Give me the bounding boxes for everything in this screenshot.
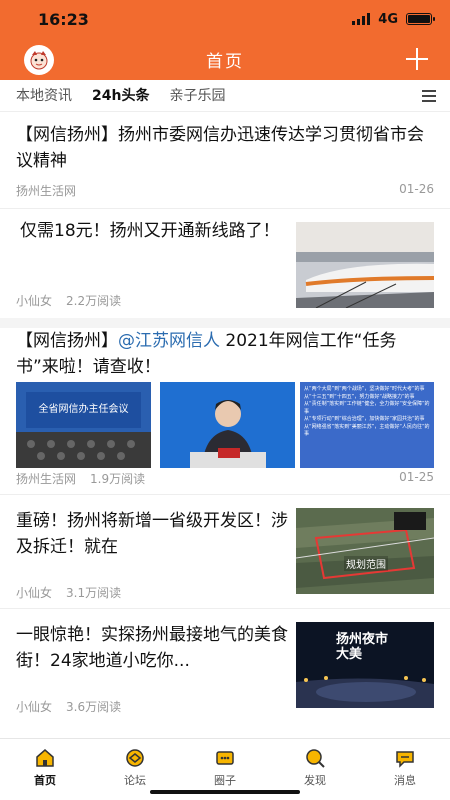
article-date: 01-25 — [399, 470, 434, 484]
article-source: 扬州生活网 — [16, 184, 77, 198]
mascot-icon — [30, 51, 48, 70]
article-source: 扬州生活网 — [16, 472, 77, 486]
message-icon — [396, 751, 414, 768]
article-source: 小仙女 — [16, 700, 53, 714]
article-reads: 3.6万阅读 — [66, 700, 122, 714]
news-feed: 【网信扬州】扬州市委网信办迅速传达学习贯彻省市会议精神 扬州生活网 01-26 … — [0, 112, 450, 738]
list-item[interactable]: 【网信扬州】扬州市委网信办迅速传达学习贯彻省市会议精神 扬州生活网 01-26 — [16, 112, 434, 208]
article-reads: 1.9万阅读 — [90, 472, 146, 486]
poster-text: 扬州夜市大美 — [336, 632, 389, 662]
page-title: 首页 — [206, 51, 244, 72]
article-source: 小仙女 — [16, 294, 53, 308]
discover-icon — [306, 749, 325, 768]
article-title: 【网信扬州】@江苏网信人 2021年网信工作“任务书”来啦！请查收！ — [16, 331, 397, 377]
tab-24h[interactable]: 24h头条 — [88, 81, 153, 111]
article-source: 小仙女 — [16, 586, 53, 600]
speaker-photo — [160, 382, 295, 468]
top-header: 首页 — [0, 38, 450, 80]
add-icon[interactable] — [404, 46, 430, 72]
article-reads: 3.1万阅读 — [66, 586, 122, 600]
conference-photo: 全省网信办主任会议 — [16, 382, 151, 468]
battery-icon — [406, 13, 435, 25]
tab-local[interactable]: 本地资讯 — [12, 81, 76, 111]
nav-message[interactable]: 消息 — [360, 739, 450, 800]
night-street-photo: 扬州夜市大美 — [296, 622, 434, 708]
forum-icon — [126, 749, 144, 767]
avatar[interactable] — [24, 45, 54, 75]
map-photo: 规划范围 — [296, 508, 434, 594]
signal-icon — [352, 13, 371, 25]
article-reads: 2.2万阅读 — [66, 294, 122, 308]
train-photo — [296, 222, 434, 308]
status-time: 16:23 — [38, 9, 89, 29]
nav-home[interactable]: 首页 — [0, 739, 90, 800]
conference-banner-text: 全省网信办主任会议 — [38, 404, 129, 415]
task-list-photo: 从“两个大局”到“两个战场”，坚决做好“时代大考”的事 从“十三五”到“十四五”… — [300, 382, 434, 468]
map-label-text: 规划范围 — [344, 556, 388, 571]
tab-family[interactable]: 亲子乐园 — [165, 81, 229, 111]
home-icon — [36, 749, 54, 767]
article-title: 重磅！扬州将新增一省级开发区！涉及拆迁！就在 — [16, 511, 288, 557]
list-item[interactable]: 重磅！扬州将新增一省级开发区！涉及拆迁！就在 小仙女 3.1万阅读 规划范围 — [16, 496, 434, 608]
network-label: 4G — [378, 11, 398, 27]
category-tabs: 本地资讯 24h头条 亲子乐园 — [0, 80, 450, 112]
list-item[interactable]: 一眼惊艳！实探扬州最接地气的美食街！24家地道小吃你... 小仙女 3.6万阅读… — [16, 610, 434, 730]
list-item[interactable]: 仅需18元！扬州又开通新线路了！ 小仙女 2.2万阅读 — [16, 210, 434, 318]
article-date: 01-26 — [399, 182, 434, 196]
status-bar: 16:23 4G — [0, 0, 450, 38]
menu-icon[interactable] — [422, 90, 436, 102]
mention-link[interactable]: @江苏网信人 — [118, 331, 220, 351]
article-title: 【网信扬州】扬州市委网信办迅速传达学习贯彻省市会议精神 — [16, 125, 424, 171]
home-indicator[interactable] — [150, 790, 300, 794]
article-title: 一眼惊艳！实探扬州最接地气的美食街！24家地道小吃你... — [16, 625, 288, 671]
article-title: 仅需18元！扬州又开通新线路了！ — [20, 221, 280, 241]
circle-icon — [216, 751, 234, 765]
list-item[interactable]: 【网信扬州】@江苏网信人 2021年网信工作“任务书”来啦！请查收！ 全省网信办… — [16, 328, 434, 494]
